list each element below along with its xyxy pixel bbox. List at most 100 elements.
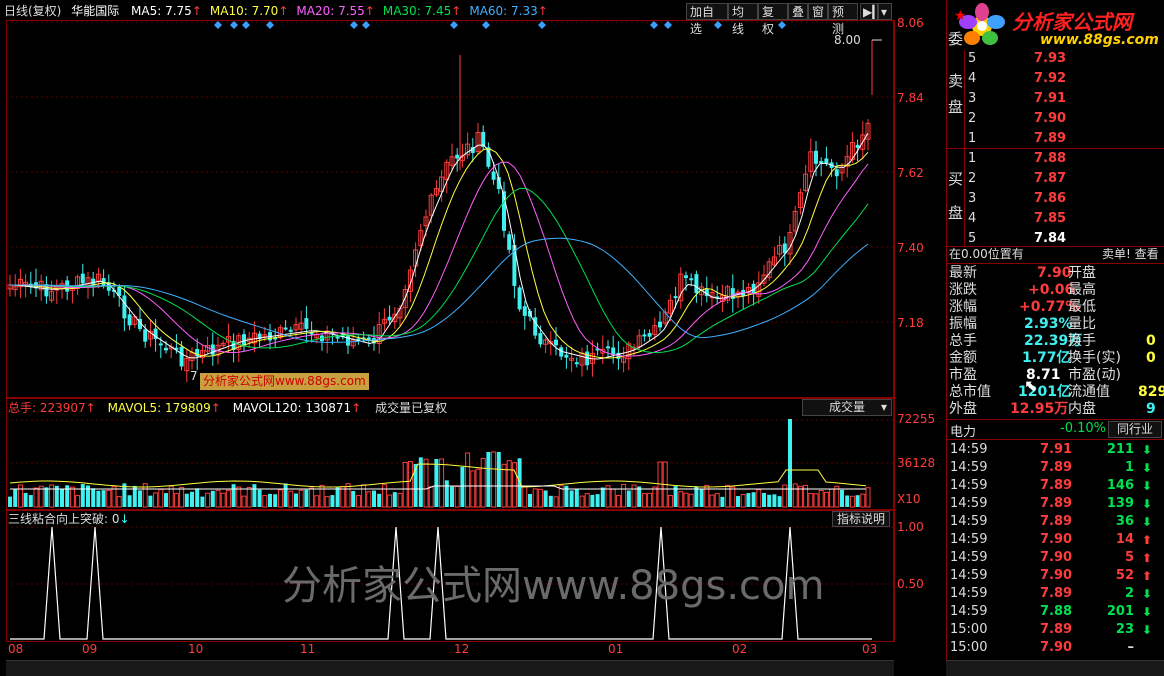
tick-volume: 36 [1115, 514, 1134, 529]
value-latest: 7.90 [1037, 265, 1072, 281]
volume-bar [579, 495, 585, 508]
volume-bar [751, 492, 756, 507]
volume-bar [553, 496, 559, 508]
volume-bar [246, 486, 252, 508]
label-market-cap: 总市值 [949, 384, 991, 400]
volume-bar [220, 492, 226, 508]
bid-row[interactable]: 2 7.87 [966, 170, 1116, 188]
down-arrow-icon: ⬇ [1141, 497, 1152, 511]
ask-row[interactable]: 3 7.91 [966, 90, 1116, 108]
down-arrow-icon: ⬇ [1141, 479, 1152, 493]
candle-body [606, 346, 610, 349]
volume-bar [454, 485, 460, 508]
sector-name: 电力 [950, 425, 977, 440]
indicator-explain-button[interactable]: 指标说明 [832, 511, 890, 527]
volume-bar [304, 489, 309, 507]
candle-body [824, 158, 829, 164]
candle-body [834, 169, 839, 177]
volume-bar [428, 486, 434, 508]
label-float-cap: 流通值 [1068, 384, 1110, 400]
volume-bar [392, 492, 397, 507]
volume-bar [736, 496, 740, 507]
volume-bar [569, 490, 574, 507]
tick-price: 7.89 [1040, 496, 1073, 511]
volume-bar [475, 468, 481, 508]
volume-bar [537, 488, 543, 508]
volume-bar [402, 461, 408, 508]
volume-bar [600, 487, 605, 507]
volume-bar [615, 495, 621, 508]
candle-body [554, 339, 558, 346]
candle-body [80, 273, 85, 284]
volume-bar [116, 496, 122, 508]
volume-bar [683, 492, 689, 508]
ask-row[interactable]: 5 7.93 [966, 50, 1116, 68]
bid-row[interactable]: 1 7.88 [966, 150, 1116, 168]
tick-row: 14:59 7.89 36 ⬇ [950, 513, 1162, 531]
volume-bar [845, 495, 850, 507]
tick-volume: – [1127, 640, 1135, 655]
volume-axis-label: 36128 [897, 456, 936, 470]
volume-bar [574, 488, 579, 507]
bid-row[interactable]: 3 7.86 [966, 190, 1116, 208]
tick-price: 7.89 [1040, 622, 1073, 637]
tick-volume: 146 [1106, 478, 1134, 493]
value-outer: 12.95万 [1010, 401, 1069, 417]
volume-bar [138, 490, 142, 507]
tick-volume: 14 [1115, 532, 1134, 547]
value-turnover: 0 [1146, 333, 1156, 349]
bid-price: 7.87 [1034, 171, 1067, 186]
value-amount: 1.77亿 [1022, 350, 1071, 366]
volume-bar [528, 493, 532, 507]
same-industry-button[interactable]: 同行业 [1108, 421, 1162, 438]
logo-text: 分析家公式网 [1012, 10, 1132, 34]
candle-body [647, 333, 652, 337]
volume-bar [225, 489, 231, 508]
date-axis-label: 08 [8, 642, 24, 656]
volume-bar [294, 493, 298, 507]
ticks-divider [946, 439, 1164, 440]
label-inner: 内盘 [1068, 401, 1096, 417]
price-axis-label: 7.40 [897, 241, 924, 255]
signal-diamond [214, 21, 222, 29]
volume-bar [590, 494, 595, 507]
volume-bar [740, 493, 746, 508]
up-arrow-icon: ⬆ [1141, 569, 1152, 583]
signal-diamond [714, 21, 722, 29]
volume-bar [215, 489, 221, 508]
volume-selector[interactable]: 成交量 ▾ [802, 399, 892, 416]
ask-row[interactable]: 1 7.89 [966, 130, 1116, 148]
ob-status-right[interactable]: 卖单! 查看 [1102, 247, 1159, 262]
candle-body [288, 329, 293, 332]
ask-price: 7.89 [1034, 131, 1067, 146]
volume-bar [772, 494, 777, 507]
down-arrow-icon: ⬇ [1141, 515, 1152, 529]
volume-bar [470, 470, 476, 508]
tick-price: 7.90 [1040, 550, 1073, 565]
ask-row[interactable]: 4 7.92 [966, 70, 1116, 88]
bid-level: 3 [968, 191, 977, 206]
volume-bar [496, 452, 501, 507]
volume-bar [106, 489, 112, 508]
bottom-strip-right [946, 660, 1164, 676]
ask-row[interactable]: 2 7.90 [966, 110, 1116, 128]
price-axis-label: 8.06 [897, 16, 924, 30]
tick-price: 7.90 [1040, 532, 1073, 547]
volume-bar [641, 493, 647, 508]
date-axis-label: 03 [862, 642, 878, 656]
candle-body [179, 346, 184, 367]
volume-bar [746, 493, 751, 507]
bid-level: 1 [968, 151, 977, 166]
volume-bar [792, 483, 798, 508]
volume-bar [767, 494, 772, 507]
volume-bar [381, 484, 387, 508]
ask-level: 4 [968, 71, 977, 86]
volume-bar [252, 484, 257, 507]
candle-body [304, 318, 309, 329]
candle-body [611, 347, 616, 355]
volume-bar [788, 419, 792, 507]
bid-row[interactable]: 4 7.85 [966, 210, 1116, 228]
indicator-header: 三线粘合向上突破: 0↓ [8, 512, 130, 526]
logo: ★ 分析家公式网 www.88gs.com [950, 2, 1160, 50]
volume-bar [777, 496, 782, 507]
